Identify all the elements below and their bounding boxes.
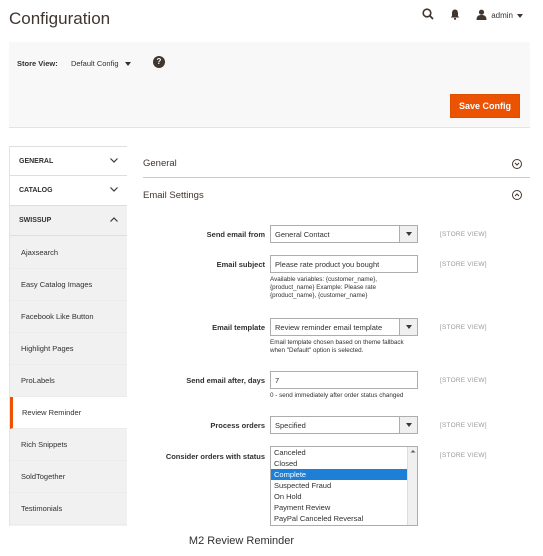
scroll-up-icon (410, 450, 416, 453)
chevron-down-icon (399, 417, 417, 433)
email-subject-label: Email subject (216, 260, 265, 269)
scope-tag: [STORE VIEW] (440, 261, 487, 268)
sidebar-item-soldtogether[interactable]: SoldTogether (10, 461, 127, 493)
page-title: Configuration (9, 9, 111, 28)
section-email-header[interactable]: Email Settings (143, 180, 530, 210)
collapse-icon (512, 190, 522, 200)
store-view-switcher[interactable]: Default Config (71, 59, 131, 68)
expand-icon (512, 158, 522, 169)
chevron-up-icon (110, 217, 118, 224)
store-scope-bar: Store View: Default Config ? Save Config (9, 42, 530, 128)
sidebar-swissup-items: Ajaxsearch Easy Catalog Images Facebook … (10, 236, 127, 525)
user-icon (476, 9, 487, 22)
bell-icon[interactable] (450, 9, 460, 22)
field-consider-status: Consider orders with status Canceled Clo… (143, 446, 530, 528)
status-option[interactable]: On Hold (271, 491, 417, 502)
status-option[interactable]: Payment Review (271, 502, 417, 513)
consider-status-multiselect[interactable]: Canceled Closed Complete Suspected Fraud… (270, 446, 418, 526)
field-process-orders: Process orders Specified [STORE VIEW] (143, 416, 530, 436)
chevron-down-icon (110, 157, 118, 165)
status-option[interactable]: Closed (271, 458, 417, 469)
status-option[interactable]: Suspected Fraud (271, 480, 417, 491)
store-view-value: Default Config (71, 59, 119, 68)
image-caption: M2 Review Reminder (188, 535, 295, 547)
header-actions: admin (422, 8, 523, 22)
field-email-template: Email template Review reminder email tem… (143, 318, 530, 358)
sidebar-item-easy-catalog-images[interactable]: Easy Catalog Images (10, 269, 127, 301)
email-template-select[interactable]: Review reminder email template (270, 318, 418, 336)
help-icon[interactable]: ? (153, 56, 165, 68)
sidebar-item-ajaxsearch[interactable]: Ajaxsearch (10, 237, 127, 269)
sidebar-item-review-reminder[interactable]: Review Reminder (10, 397, 127, 429)
chevron-down-icon (399, 319, 417, 335)
user-menu[interactable]: admin (476, 9, 523, 22)
scope-tag: [STORE VIEW] (440, 231, 487, 238)
consider-status-label: Consider orders with status (165, 452, 265, 461)
sidebar-group-swissup[interactable]: SWISSUP (10, 206, 127, 236)
search-icon[interactable] (422, 8, 434, 22)
chevron-down-icon (110, 187, 118, 194)
user-name: admin (491, 10, 513, 20)
process-orders-select[interactable]: Specified (270, 416, 418, 434)
sidebar-group-general[interactable]: GENERAL (10, 146, 127, 176)
scope-tag: [STORE VIEW] (440, 377, 487, 384)
process-orders-label: Process orders (210, 421, 265, 430)
email-subject-input[interactable]: Please rate product you bought (270, 255, 418, 273)
send-email-after-note: 0 - send immediately after order status … (270, 392, 404, 399)
status-option[interactable]: Canceled (271, 447, 417, 458)
sidebar-item-rich-snippets[interactable]: Rich Snippets (10, 429, 127, 461)
sidebar-item-facebook-like-button[interactable]: Facebook Like Button (10, 301, 127, 333)
section-general-header[interactable]: General (143, 150, 530, 178)
scope-tag: [STORE VIEW] (440, 422, 487, 429)
config-sidebar: GENERAL CATALOG SWISSUP Ajaxsearch Easy … (9, 146, 127, 526)
sidebar-item-prolabels[interactable]: ProLabels (10, 365, 127, 397)
status-option[interactable]: PayPal Canceled Reversal (271, 513, 417, 524)
email-subject-note: Available variables: {customer_name}, {p… (270, 276, 377, 299)
send-email-after-input[interactable]: 7 (270, 371, 418, 389)
sidebar-item-testimonials[interactable]: Testimonials (10, 493, 127, 525)
field-send-email-after: Send email after, days 7 0 - send immedi… (143, 371, 530, 403)
chevron-down-icon (124, 59, 131, 68)
section-general-title: General (143, 158, 177, 169)
email-template-label: Email template (212, 323, 265, 332)
field-email-subject: Email subject Please rate product you bo… (143, 255, 530, 305)
chevron-down-icon (517, 11, 523, 20)
field-send-email-from: Send email from General Contact [STORE V… (143, 225, 530, 245)
scope-tag: [STORE VIEW] (440, 452, 487, 459)
send-email-from-select[interactable]: General Contact (270, 225, 418, 243)
status-option-selected[interactable]: Complete (271, 469, 417, 480)
chevron-down-icon (399, 226, 417, 242)
listbox-scrollbar[interactable] (407, 447, 417, 525)
save-config-button[interactable]: Save Config (450, 94, 520, 118)
scope-tag: [STORE VIEW] (440, 324, 487, 331)
sidebar-item-highlight-pages[interactable]: Highlight Pages (10, 333, 127, 365)
send-email-after-label: Send email after, days (186, 376, 265, 385)
section-email-title: Email Settings (143, 189, 204, 201)
store-view-label: Store View: (17, 59, 58, 68)
send-email-from-label: Send email from (206, 230, 265, 239)
sidebar-group-catalog[interactable]: CATALOG (10, 176, 127, 206)
email-template-note: Email template chosen based on theme fal… (270, 339, 404, 354)
